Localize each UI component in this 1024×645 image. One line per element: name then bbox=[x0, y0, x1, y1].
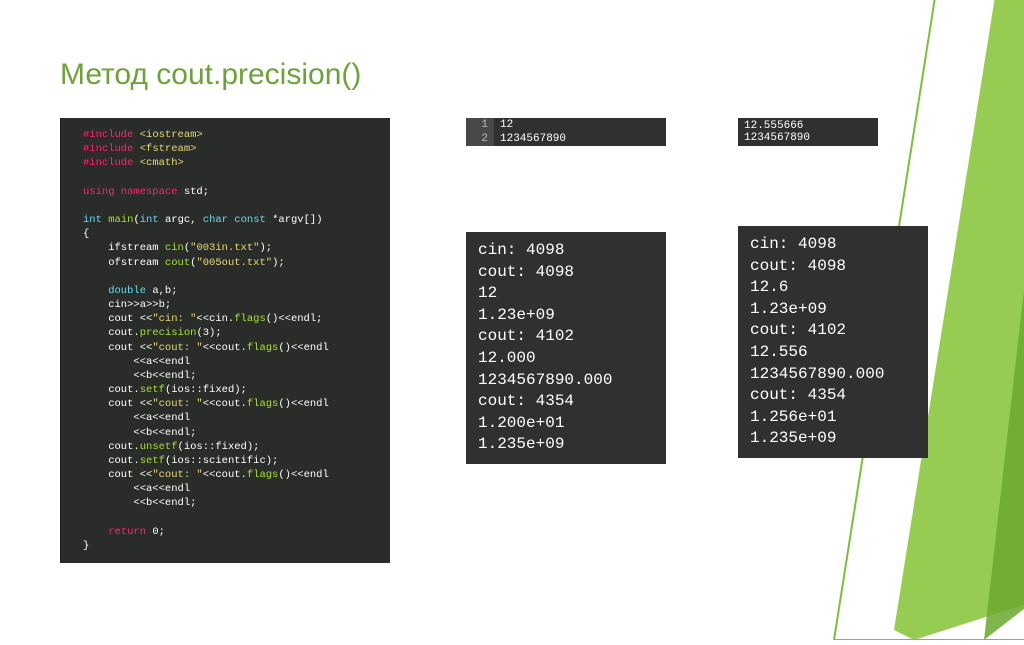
output-line: 12.6 bbox=[750, 277, 916, 299]
code-line: cin>>a>>b; bbox=[83, 298, 378, 312]
output-line: 1.235e+09 bbox=[750, 428, 916, 450]
code-line: #include <iostream> bbox=[83, 128, 378, 142]
output-line: 12 bbox=[478, 283, 654, 305]
code-line: return 0; bbox=[83, 525, 378, 539]
input-value: 12 bbox=[494, 118, 519, 132]
code-line: cout <<"cin: "<<cin.flags()<<endl; bbox=[83, 312, 378, 326]
output-line: cout: 4102 bbox=[478, 326, 654, 348]
input-value: 1234567890 bbox=[744, 132, 872, 144]
output-left: cin: 4098cout: 4098121.23e+09cout: 41021… bbox=[466, 232, 666, 464]
code-line: <<a<<endl bbox=[83, 411, 378, 425]
output-line: 1.200e+01 bbox=[478, 413, 654, 435]
output-line: 12.000 bbox=[478, 348, 654, 370]
output-line: 1234567890.000 bbox=[478, 370, 654, 392]
code-line: int main(int argc, char const *argv[]) bbox=[83, 213, 378, 227]
output-line: 1.23e+09 bbox=[750, 299, 916, 321]
code-line: cout.unsetf(ios::fixed); bbox=[83, 440, 378, 454]
code-line: cout.setf(ios::fixed); bbox=[83, 383, 378, 397]
output-line: 1.23e+09 bbox=[478, 305, 654, 327]
code-line: cout <<"cout: "<<cout.flags()<<endl bbox=[83, 468, 378, 482]
output-line: 12.556 bbox=[750, 342, 916, 364]
code-line: cout.precision(3); bbox=[83, 326, 378, 340]
code-line bbox=[83, 270, 378, 284]
code-line: double a,b; bbox=[83, 284, 378, 298]
output-line: cout: 4098 bbox=[478, 262, 654, 284]
code-line: cout <<"cout: "<<cout.flags()<<endl bbox=[83, 341, 378, 355]
output-line: cout: 4102 bbox=[750, 320, 916, 342]
output-line: cin: 4098 bbox=[750, 234, 916, 256]
code-line bbox=[83, 171, 378, 185]
output-line: cin: 4098 bbox=[478, 240, 654, 262]
code-line: <<b<<endl; bbox=[83, 426, 378, 440]
code-line: ifstream cin("003in.txt"); bbox=[83, 241, 378, 255]
slide-title: Метод cout.precision() bbox=[60, 58, 361, 92]
input-value: 12.555666 bbox=[744, 120, 872, 132]
input-file-1: 11221234567890 bbox=[466, 118, 666, 146]
input-row: 112 bbox=[466, 118, 666, 132]
output-right: cin: 4098cout: 409812.61.23e+09cout: 410… bbox=[738, 226, 928, 458]
output-line: 1234567890.000 bbox=[750, 364, 916, 386]
code-line: { bbox=[83, 227, 378, 241]
code-line: <<a<<endl bbox=[83, 355, 378, 369]
code-line: using namespace std; bbox=[83, 185, 378, 199]
code-line: #include <cmath> bbox=[83, 156, 378, 170]
code-line: cout <<"cout: "<<cout.flags()<<endl bbox=[83, 397, 378, 411]
code-line bbox=[83, 511, 378, 525]
line-number: 2 bbox=[466, 132, 494, 146]
output-line: 1.235e+09 bbox=[478, 434, 654, 456]
input-value: 1234567890 bbox=[494, 132, 572, 146]
input-row: 21234567890 bbox=[466, 132, 666, 146]
code-line: <<b<<endl; bbox=[83, 369, 378, 383]
output-line: cout: 4354 bbox=[750, 385, 916, 407]
input-file-2: 12.5556661234567890 bbox=[738, 118, 878, 146]
output-line: cout: 4098 bbox=[750, 256, 916, 278]
output-line: 1.256e+01 bbox=[750, 407, 916, 429]
code-line: } bbox=[83, 539, 378, 553]
code-line: #include <fstream> bbox=[83, 142, 378, 156]
output-line: cout: 4354 bbox=[478, 391, 654, 413]
code-line bbox=[83, 199, 378, 213]
source-code: #include <iostream>#include <fstream>#in… bbox=[60, 118, 390, 563]
code-line: cout.setf(ios::scientific); bbox=[83, 454, 378, 468]
code-line: ofstream cout("005out.txt"); bbox=[83, 256, 378, 270]
code-line: <<a<<endl bbox=[83, 482, 378, 496]
code-line: <<b<<endl; bbox=[83, 496, 378, 510]
line-number: 1 bbox=[466, 118, 494, 132]
